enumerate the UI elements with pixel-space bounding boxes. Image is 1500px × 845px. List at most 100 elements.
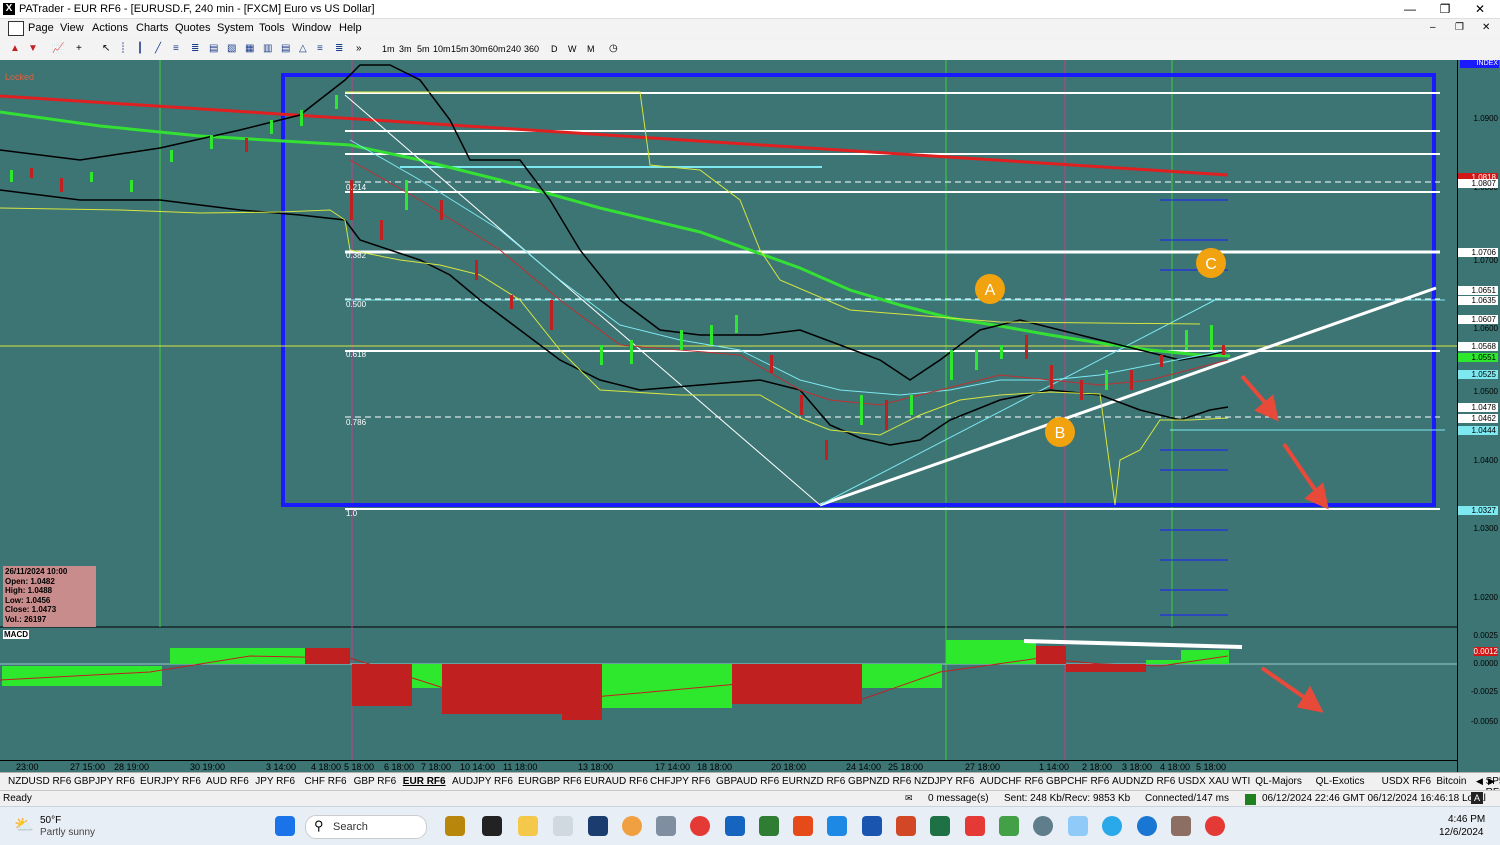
chrome-2-icon[interactable] (1205, 816, 1225, 836)
zoom-icon[interactable] (1137, 816, 1157, 836)
tf-3m[interactable]: 3m (399, 42, 412, 56)
minimize-button[interactable]: — (1395, 1, 1425, 17)
tab-usdx-xau-wti[interactable]: USDX XAU WTI (1178, 776, 1250, 787)
telegram-icon[interactable] (1102, 816, 1122, 836)
chart-app-icon[interactable] (759, 816, 779, 836)
vline-tool-icon[interactable]: ┃ (137, 42, 143, 56)
tab-bitcoin[interactable]: Bitcoin (1436, 776, 1466, 787)
tf-5m[interactable]: 5m (417, 42, 430, 56)
tab-gbpaud-rf6[interactable]: GBPAUD RF6 (716, 776, 779, 787)
file-explorer-icon[interactable] (518, 816, 538, 836)
app-s-red-icon[interactable] (793, 816, 813, 836)
briefcase-icon[interactable] (445, 816, 465, 836)
pitchfork-icon[interactable]: ▤ (281, 42, 290, 56)
mdi-restore-button[interactable]: ❐ (1455, 22, 1464, 33)
menu-actions[interactable]: Actions (92, 22, 128, 34)
notes-icon[interactable] (725, 816, 745, 836)
mode-icon[interactable]: A (1471, 792, 1483, 804)
tab-scroll-left-icon[interactable]: ◀ (1476, 776, 1483, 787)
tab-nzdusd-rf6[interactable]: NZDUSD RF6 (8, 776, 71, 787)
sync-icon[interactable] (622, 816, 642, 836)
tf-60m[interactable]: 60m (488, 42, 506, 56)
powerpoint-icon[interactable] (896, 816, 916, 836)
search-box[interactable]: ⚲ Search (305, 815, 427, 839)
tf-360[interactable]: 360 (524, 42, 539, 56)
cursor-icon[interactable]: ↖ (102, 42, 110, 56)
tf-m[interactable]: M (587, 42, 595, 56)
menu-page[interactable]: Page (28, 22, 54, 34)
app-c-green-icon[interactable] (999, 816, 1019, 836)
tab-eurgbp-rf6[interactable]: EURGBP RF6 (518, 776, 582, 787)
fib-tool-icon[interactable]: ≣ (191, 42, 199, 56)
tab-audchf-rf6[interactable]: AUDCHF RF6 (980, 776, 1043, 787)
app-s-blue-icon[interactable] (827, 816, 847, 836)
sell-icon[interactable]: ▼ (28, 42, 38, 56)
list-tool-icon[interactable]: ≣ (335, 42, 343, 56)
menu-view[interactable]: View (60, 22, 84, 34)
menu-charts[interactable]: Charts (136, 22, 168, 34)
rect-tool-icon[interactable]: ▤ (209, 42, 218, 56)
tf-240[interactable]: 240 (506, 42, 521, 56)
maximize-button[interactable]: ❐ (1430, 1, 1460, 17)
terminal-icon[interactable] (588, 816, 608, 836)
weather-icon[interactable]: ⛅ (14, 815, 34, 835)
tab-gbp-rf6[interactable]: GBP RF6 (354, 776, 397, 787)
menu-system[interactable]: System (217, 22, 254, 34)
toolbar-overflow-icon[interactable]: » (356, 42, 362, 56)
tab-audnzd-rf6[interactable]: AUDNZD RF6 (1112, 776, 1175, 787)
clock-icon[interactable]: ◷ (609, 42, 618, 56)
cycle-icon[interactable]: ▥ (263, 42, 272, 56)
tab-ql-exotics[interactable]: QL-Exotics (1316, 776, 1365, 787)
tab-eurnzd-rf6[interactable]: EURNZD RF6 (782, 776, 845, 787)
monitor-icon[interactable] (1068, 816, 1088, 836)
tab-euraud-rf6[interactable]: EURAUD RF6 (584, 776, 648, 787)
tab-jpy-rf6[interactable]: JPY RF6 (255, 776, 295, 787)
mdi-minimize-button[interactable]: – (1430, 22, 1436, 33)
text-tool-icon[interactable]: ≡ (317, 42, 323, 56)
tf-10m[interactable]: 10m (433, 42, 451, 56)
price-chart[interactable]: 0.214 0.382 0.500 0.618 0.786 1.0 A B C (0, 60, 1457, 772)
mdi-close-button[interactable]: ✕ (1482, 22, 1490, 33)
tab-ql-majors[interactable]: QL-Majors (1255, 776, 1302, 787)
crosshair-icon[interactable]: + (76, 42, 82, 56)
tab-audjpy-rf6[interactable]: AUDJPY RF6 (452, 776, 513, 787)
task-view-icon[interactable] (482, 816, 502, 836)
chart-area[interactable]: 0.214 0.382 0.500 0.618 0.786 1.0 A B C (0, 60, 1500, 773)
tab-usdx-rf6[interactable]: USDX RF6 (1382, 776, 1431, 787)
tab-gbpnzd-rf6[interactable]: GBPNZD RF6 (848, 776, 911, 787)
excel-icon[interactable] (930, 816, 950, 836)
trendline-tool-icon[interactable]: ╱ (155, 42, 161, 56)
tf-30m[interactable]: 30m (470, 42, 488, 56)
tf-15m[interactable]: 15m (451, 42, 469, 56)
close-button[interactable]: ✕ (1465, 1, 1495, 17)
tf-1m[interactable]: 1m (382, 42, 395, 56)
hline-tool-icon[interactable]: ┊ (120, 42, 126, 56)
tab-gbpchf-rf6[interactable]: GBPCHF RF6 (1046, 776, 1109, 787)
tab-chf-rf6[interactable]: CHF RF6 (304, 776, 346, 787)
tab-aud-rf6[interactable]: AUD RF6 (206, 776, 249, 787)
toolbox-icon[interactable] (1171, 816, 1191, 836)
tab-scroll-right-icon[interactable]: ▶ (1488, 776, 1495, 787)
triangle-tool-icon[interactable]: △ (299, 42, 307, 56)
tab-eurjpy-rf6[interactable]: EURJPY RF6 (140, 776, 201, 787)
chrome-icon[interactable] (690, 816, 710, 836)
start-icon[interactable] (275, 816, 295, 836)
tab-nzdjpy-rf6[interactable]: NZDJPY RF6 (914, 776, 974, 787)
word-icon[interactable] (862, 816, 882, 836)
tab-eur-rf6[interactable]: EUR RF6 (403, 776, 446, 787)
calculator-icon[interactable] (656, 816, 676, 836)
tab-chfjpy-rf6[interactable]: CHFJPY RF6 (650, 776, 710, 787)
channel-tool-icon[interactable]: ≡ (173, 42, 179, 56)
app-c-red-icon[interactable] (965, 816, 985, 836)
buy-icon[interactable]: ▲ (10, 42, 20, 56)
chart-icon[interactable]: 📈 (52, 42, 64, 56)
settings-icon[interactable] (1033, 816, 1053, 836)
patrader-icon[interactable] (553, 816, 573, 836)
menu-quotes[interactable]: Quotes (175, 22, 210, 34)
gann-icon[interactable]: ▦ (245, 42, 254, 56)
tf-d[interactable]: D (551, 42, 558, 56)
menu-help[interactable]: Help (339, 22, 362, 34)
menu-window[interactable]: Window (292, 22, 331, 34)
tab-gbpjpy-rf6[interactable]: GBPJPY RF6 (74, 776, 135, 787)
tf-w[interactable]: W (568, 42, 577, 56)
